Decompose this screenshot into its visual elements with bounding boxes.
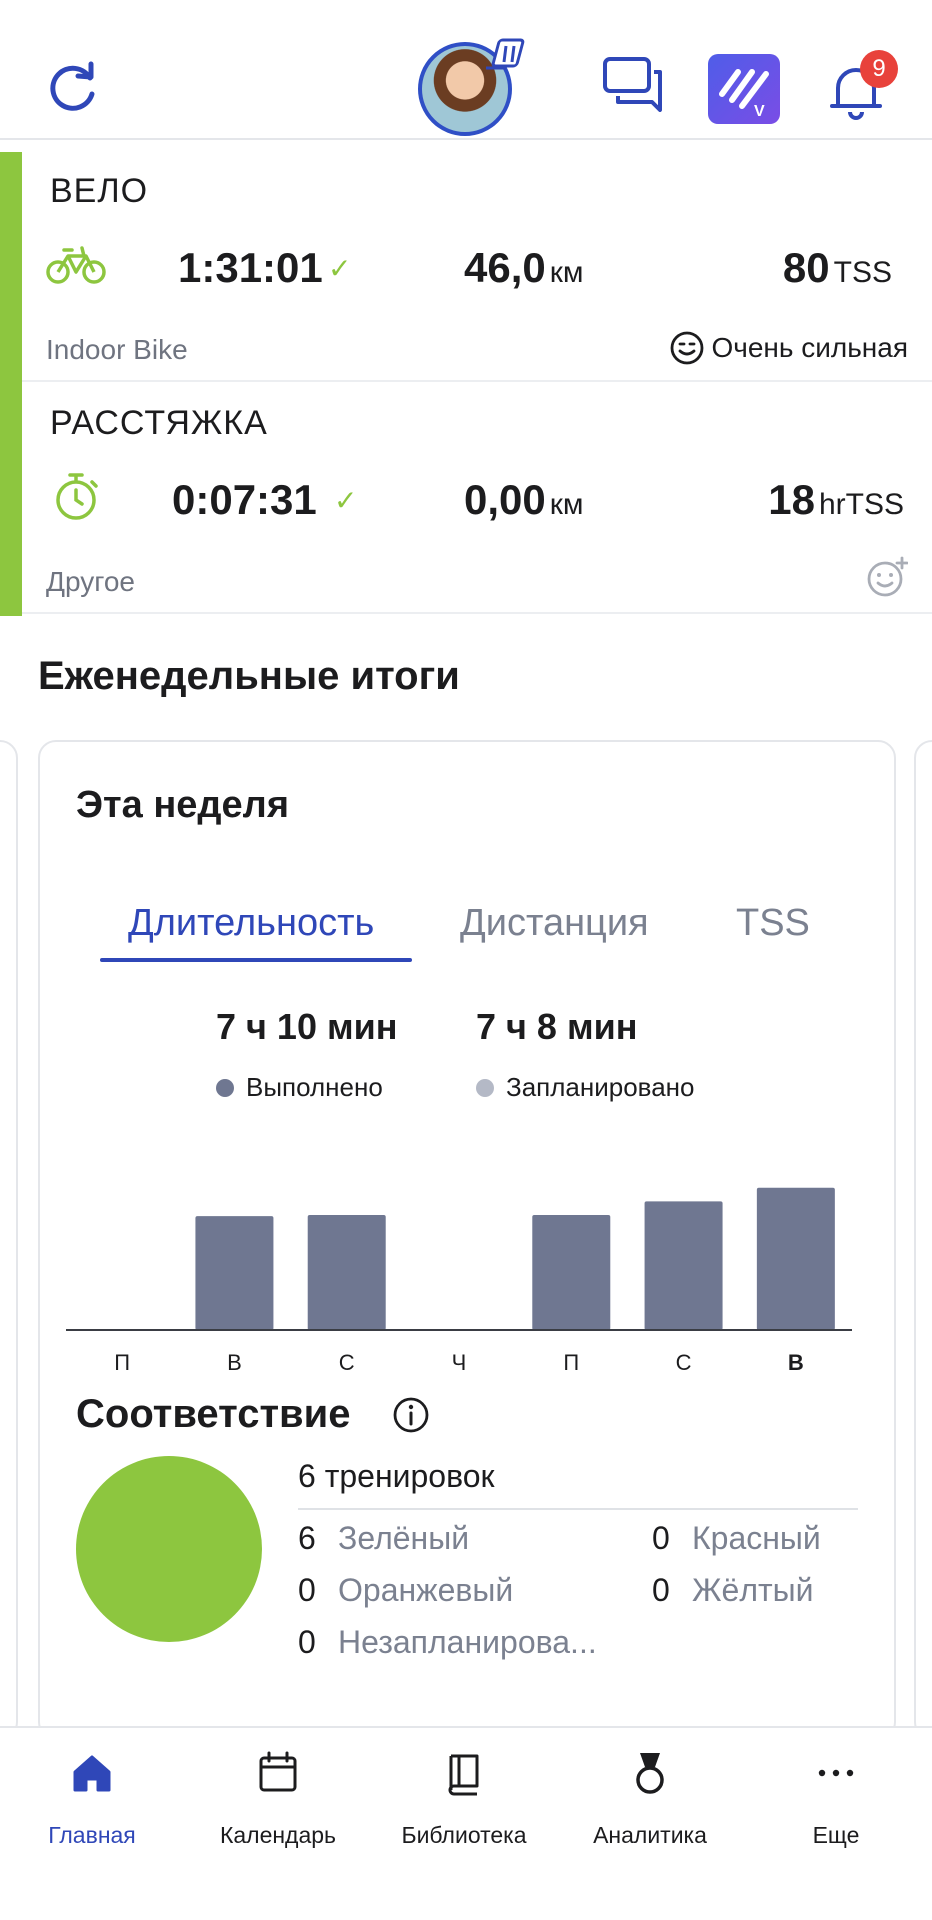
weekly-summary-card: Эта неделя Длительность Дистанция TSS 7 … [38,740,896,1740]
legend-completed: Выполнено [216,1072,383,1103]
check-icon: ✓ [328,253,352,284]
activity-list: ВЕЛО 1:31:01 ✓ 46,0 км 80 TSS Indoor Bike … [0,152,932,616]
completed-total: 7 ч 10 мин [216,1006,398,1047]
activity-tss: 18 hrTSS [768,476,904,523]
activity-subtitle: Другое [46,566,135,597]
activity-tss: 80 TSS [782,244,892,291]
refresh-icon[interactable] [44,58,104,118]
smile-icon [671,331,704,365]
divider [298,1508,858,1510]
compliance-row-yellow: 0 Жёлтый [652,1572,814,1609]
legend-label: Запланировано [506,1072,695,1102]
row-label: Незапланирова... [338,1624,597,1660]
bar-2 [307,1215,386,1330]
compliance-row-red: 0 Красный [652,1520,821,1557]
home-icon [73,1755,111,1792]
top-bar: V 9 [0,0,932,140]
row-count: 0 [652,1520,670,1556]
compliance-row-green: 6 Зелёный [298,1520,469,1557]
tab-duration[interactable]: Длительность [128,902,374,945]
nav-library[interactable]: Библиотека [374,1750,554,1849]
previous-week-card[interactable] [0,740,18,1740]
activity-distance: 46,0 км [464,244,584,291]
medal-icon [636,1753,664,1794]
row-label: Красный [692,1520,821,1556]
trainingpeaks-virtual-icon[interactable]: V [708,54,780,124]
activity-duration: 1:31:01 [178,244,323,291]
activity-subtitle: Indoor Bike [46,334,188,365]
feeling-label: Очень сильная [711,332,908,363]
row-label: Оранжевый [338,1572,514,1608]
activity-card-stretch[interactable]: РАССТЯЖКА 0:07:31 ✓ 0,00 км 18 hrTSS Друго… [22,384,932,614]
compliance-row-unplanned: 0 Незапланирова... [298,1624,597,1661]
nav-label: Библиотека [401,1822,527,1848]
bar-5 [644,1201,723,1330]
nav-label: Аналитика [593,1822,707,1848]
nav-more[interactable]: Еще [746,1750,926,1849]
row-count: 0 [298,1572,316,1608]
compliance-title: Соответствие [76,1392,351,1436]
check-icon: ✓ [334,485,358,516]
activity-card-bike[interactable]: ВЕЛО 1:31:01 ✓ 46,0 км 80 TSS Indoor Bike … [22,152,932,382]
legend-planned: Запланировано [476,1072,694,1103]
activity-duration: 0:07:31 [172,476,317,523]
nav-home[interactable]: Главная [2,1750,182,1849]
bike-icon [46,246,106,284]
svg-text:V: V [754,103,765,120]
stopwatch-icon [56,473,98,520]
card-title: Эта неделя [76,784,289,826]
book-icon [448,1754,479,1796]
bar-4 [532,1215,611,1330]
active-tab-indicator [100,958,412,962]
row-label: Зелёный [338,1520,470,1556]
tab-distance[interactable]: Дистанция [460,902,649,945]
bar-1 [195,1216,274,1330]
legend-label: Выполнено [246,1072,383,1102]
tick-label-6: В [788,1350,804,1375]
feeling-indicator[interactable]: Очень сильная [669,330,908,366]
tick-label-1: В [227,1350,242,1375]
row-label: Жёлтый [692,1572,814,1608]
tab-tss[interactable]: TSS [736,902,810,945]
next-week-card[interactable] [914,740,932,1740]
calendar-icon [259,1751,297,1792]
activity-title: ВЕЛО [50,172,149,210]
completed-dot [216,1078,234,1097]
workout-count: 6 тренировок [298,1458,495,1494]
row-count: 0 [298,1624,316,1660]
compliance-pie [76,1456,262,1642]
more-icon [818,1769,854,1777]
device-sync-icon [486,38,525,70]
compliance-bar [0,152,22,616]
row-count: 0 [652,1572,670,1608]
nav-label: Еще [812,1822,860,1848]
activity-distance: 0,00 км [464,476,584,523]
nav-label: Календарь [219,1822,337,1848]
planned-total: 7 ч 8 мин [476,1006,638,1047]
planned-dot [476,1078,494,1097]
bottom-navigation: Главная Календарь Библиотека Аналитика Е… [0,1726,932,1920]
activity-title: РАССТЯЖКА [50,404,268,442]
info-icon[interactable] [392,1396,430,1434]
notification-badge: 9 [860,50,898,88]
bar-6 [756,1187,835,1330]
nav-label: Главная [48,1822,136,1848]
tick-label-3: Ч [452,1350,467,1375]
tick-label-4: П [563,1350,579,1375]
tick-label-2: С [339,1350,355,1375]
nav-calendar[interactable]: Календарь [188,1750,368,1849]
weekly-bar-chart: ПВСЧПСВ [66,1187,852,1375]
section-title: Еженедельные итоги [38,654,460,698]
chat-icon[interactable] [602,56,664,112]
compliance-row-orange: 0 Оранжевый [298,1572,513,1609]
add-feeling-icon[interactable] [866,556,908,598]
tick-label-5: С [676,1350,692,1375]
nav-analytics[interactable]: Аналитика [560,1750,740,1849]
row-count: 6 [298,1520,316,1556]
tick-label-0: П [114,1350,130,1375]
